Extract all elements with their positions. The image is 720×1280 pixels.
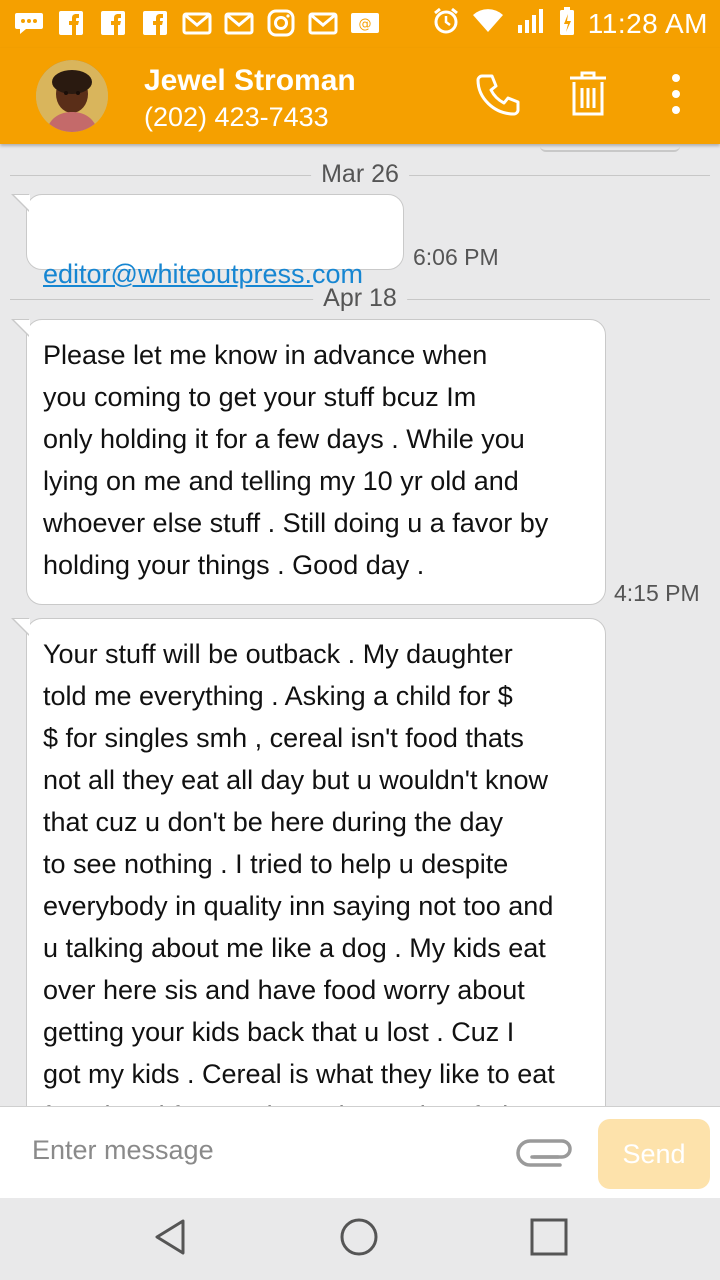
gmail-icon: [308, 9, 338, 37]
notification-icons: @: [14, 9, 380, 37]
email-icon: @: [350, 9, 380, 37]
phone-icon: [474, 70, 522, 123]
instagram-icon: [266, 9, 296, 37]
home-icon: [339, 1217, 379, 1262]
date-label: Mar 26: [311, 160, 409, 189]
back-button[interactable]: [146, 1214, 196, 1264]
message-text: Your stuff will be outback . My daughter…: [43, 639, 555, 1106]
navigation-bar: [0, 1198, 720, 1280]
avatar[interactable]: [36, 60, 108, 132]
message-bubble[interactable]: Your stuff will be outback . My daughter…: [11, 618, 606, 1106]
conversation-header: Jewel Stroman (202) 423-7433: [0, 48, 720, 144]
alarm-icon: [432, 7, 460, 40]
date-separator: Mar 26: [10, 160, 710, 190]
svg-text:@: @: [359, 17, 372, 32]
more-vert-icon: [670, 72, 682, 121]
message-time: 6:06 PM: [413, 244, 499, 270]
status-time: 11:28 AM: [587, 7, 708, 39]
contact-phone: (202) 423-7433: [144, 102, 329, 132]
facebook-icon: [98, 9, 128, 37]
back-icon: [151, 1217, 191, 1262]
send-button[interactable]: Send: [598, 1119, 710, 1189]
recents-icon: [529, 1217, 569, 1262]
pull-tab: [540, 144, 680, 152]
facebook-icon: [140, 9, 170, 37]
recents-button[interactable]: [524, 1214, 574, 1264]
message-text: Please let me know in advance when you c…: [43, 340, 549, 580]
delete-button[interactable]: [560, 68, 616, 124]
message-bubble[interactable]: Please let me know in advance when you c…: [11, 319, 606, 605]
status-bar: @ 11:28 AM: [0, 0, 720, 48]
home-button[interactable]: [334, 1214, 384, 1264]
facebook-icon: [56, 9, 86, 37]
gmail-icon: [224, 9, 254, 37]
gmail-icon: [182, 9, 212, 37]
battery-icon: [558, 6, 576, 41]
date-label: Apr 18: [313, 284, 407, 313]
message-input[interactable]: [30, 1129, 494, 1171]
trash-icon: [568, 70, 608, 123]
call-button[interactable]: [470, 68, 526, 124]
wifi-icon: [472, 8, 504, 39]
message-bubble[interactable]: editor@whiteoutpress.com: [11, 194, 404, 289]
message-list[interactable]: Mar 26 editor@whiteoutpress.com 6:06 PM …: [0, 144, 720, 1106]
signal-icon: [516, 7, 546, 40]
message-composer: Send: [0, 1106, 720, 1199]
attach-button[interactable]: [516, 1133, 574, 1173]
chat-icon: [14, 9, 44, 37]
date-separator: Apr 18: [10, 284, 710, 314]
message-time: 4:15 PM: [614, 580, 700, 606]
more-options-button[interactable]: [648, 68, 704, 124]
contact-name[interactable]: Jewel Stroman: [144, 64, 356, 98]
system-icons: 11:28 AM: [432, 6, 708, 41]
paperclip-icon: [516, 1139, 572, 1177]
